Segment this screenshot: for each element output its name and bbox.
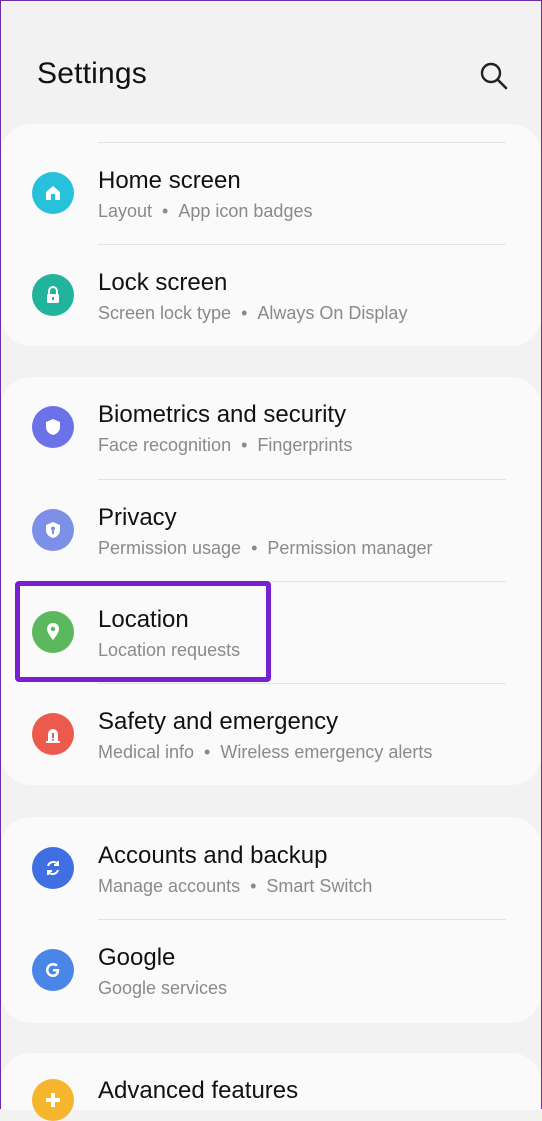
google-icon	[32, 949, 74, 991]
privacy-shield-icon	[32, 509, 74, 551]
location-pin-icon	[32, 611, 74, 653]
search-icon	[480, 62, 508, 90]
item-label: Location	[98, 606, 189, 633]
settings-group-3: Accounts and backup Manage accounts • Smar…	[1, 817, 541, 1023]
sync-icon	[32, 847, 74, 889]
item-subtitle: Location requests	[98, 640, 241, 660]
item-label: Accounts and backup	[98, 842, 328, 869]
item-subtitle: Medical info • Wireless emergency alerts	[98, 742, 433, 762]
item-label: Home screen	[98, 167, 241, 194]
item-subtitle: Layout • App icon badges	[98, 201, 313, 221]
home-icon	[32, 172, 74, 214]
search-button[interactable]	[477, 59, 511, 93]
emergency-alert-icon	[32, 713, 74, 755]
item-label: Biometrics and security	[98, 401, 347, 428]
settings-group-2: Biometrics and security Face recognition…	[1, 377, 541, 785]
privacy-item[interactable]: Privacy Permission usage • Permission mana…	[1, 480, 541, 582]
item-subtitle: Permission usage • Permission manager	[98, 538, 433, 558]
google-item[interactable]: Google Google services	[1, 920, 541, 1022]
home-screen-item[interactable]: Home screen Layout • App icon badges	[1, 143, 541, 245]
item-subtitle: Screen lock type • Always On Display	[98, 303, 408, 323]
lock-screen-item[interactable]: Lock screen Screen lock type • Always On D…	[1, 245, 541, 347]
app-header: Settings	[1, 1, 541, 121]
item-label: Advanced features	[98, 1077, 299, 1104]
item-label: Privacy	[98, 504, 177, 531]
advanced-features-icon	[32, 1079, 74, 1121]
item-label: Lock screen	[98, 269, 228, 296]
biometrics-security-item[interactable]: Biometrics and security Face recognition…	[1, 377, 541, 479]
item-subtitle: Manage accounts • Smart Switch	[98, 876, 373, 896]
accounts-backup-item[interactable]: Accounts and backup Manage accounts • Smar…	[1, 818, 541, 920]
item-label: Safety and emergency	[98, 708, 339, 735]
page-title: Settings	[37, 57, 147, 90]
lock-icon	[32, 274, 74, 316]
item-subtitle: Google services	[98, 978, 228, 998]
settings-group-4: Advanced features	[1, 1053, 541, 1121]
shield-icon	[32, 406, 74, 448]
item-subtitle: Face recognition • Fingerprints	[98, 435, 353, 455]
settings-group-1: Home screen Layout • App icon badges Lock …	[1, 124, 541, 346]
location-item[interactable]: Location Location requests	[1, 582, 541, 684]
item-label: Google	[98, 944, 176, 971]
advanced-features-item[interactable]: Advanced features	[1, 1053, 541, 1121]
safety-emergency-item[interactable]: Safety and emergency Medical info • Wirele…	[1, 684, 541, 786]
